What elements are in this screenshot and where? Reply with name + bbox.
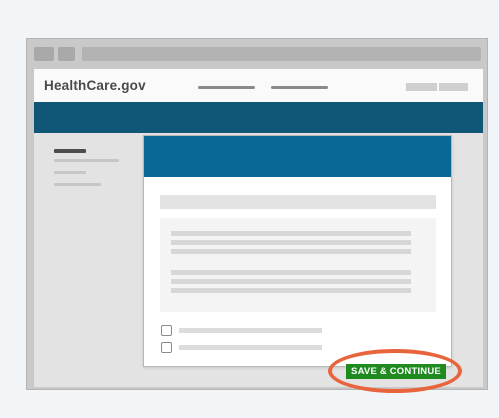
text-line-placeholder xyxy=(171,288,411,293)
site-logo[interactable]: HealthCare.gov xyxy=(44,78,146,93)
nav-link-placeholder[interactable] xyxy=(198,86,255,89)
text-line-placeholder xyxy=(171,249,411,254)
checkbox[interactable] xyxy=(161,342,172,353)
sidebar-item-placeholder[interactable] xyxy=(54,159,119,162)
checkbox-label-placeholder xyxy=(179,328,322,333)
modal-content-card xyxy=(160,218,436,312)
modal-header xyxy=(144,136,451,177)
text-line-placeholder xyxy=(171,240,411,245)
modal-dialog: SAVE & CONTINUE xyxy=(143,135,452,379)
browser-tab-placeholder[interactable] xyxy=(58,47,75,61)
address-bar[interactable] xyxy=(82,47,481,61)
text-line-placeholder xyxy=(171,279,411,284)
sidebar-heading-placeholder xyxy=(54,149,86,153)
checkbox-label-placeholder xyxy=(179,345,322,350)
nav-link-placeholder[interactable] xyxy=(271,86,328,89)
header-button-placeholder[interactable] xyxy=(439,83,468,91)
sidebar-item-placeholder[interactable] xyxy=(54,183,101,186)
text-line-placeholder xyxy=(171,231,411,236)
site-header: HealthCare.gov xyxy=(34,69,483,102)
browser-tab-placeholder[interactable] xyxy=(34,47,54,61)
text-line-placeholder xyxy=(171,270,411,275)
header-button-placeholder[interactable] xyxy=(406,83,437,91)
site-banner xyxy=(34,102,483,133)
sidebar-item-placeholder[interactable] xyxy=(54,171,86,174)
save-and-continue-button[interactable]: SAVE & CONTINUE xyxy=(346,364,446,379)
modal-title-placeholder xyxy=(160,195,436,209)
checkbox[interactable] xyxy=(161,325,172,336)
